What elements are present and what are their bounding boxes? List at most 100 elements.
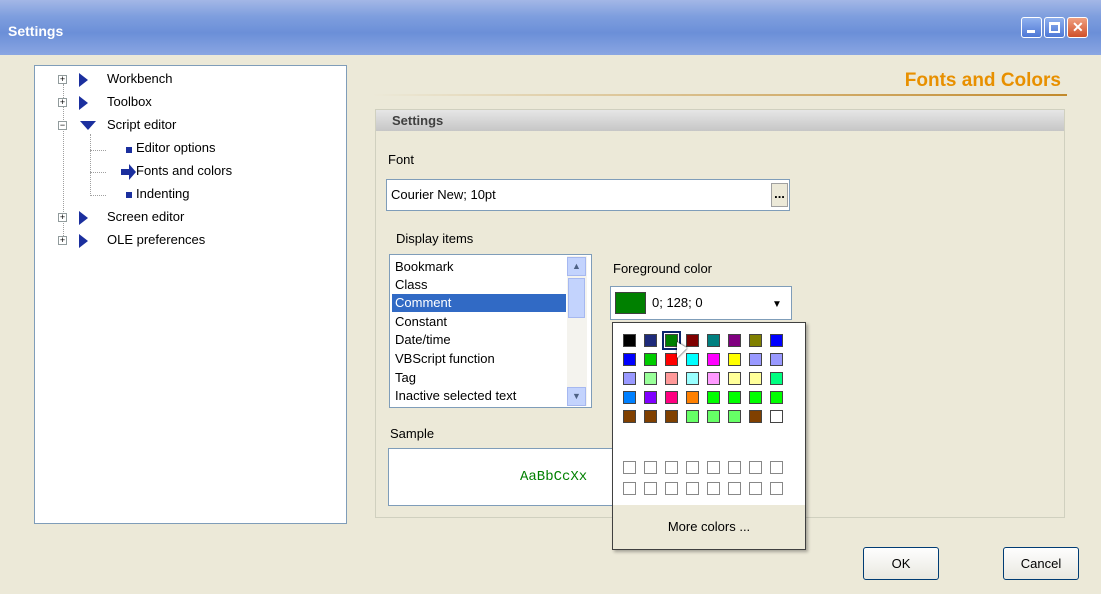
- custom-color-slot[interactable]: [770, 461, 783, 474]
- color-swatch[interactable]: [707, 410, 720, 423]
- color-swatch[interactable]: [644, 334, 657, 347]
- color-swatch[interactable]: [728, 353, 741, 366]
- chevron-down-icon[interactable]: ▼: [772, 299, 782, 310]
- custom-color-slot[interactable]: [728, 461, 741, 474]
- list-item[interactable]: Date/time: [392, 331, 566, 349]
- color-swatch[interactable]: [686, 372, 699, 385]
- expand-icon[interactable]: +: [58, 236, 67, 245]
- list-item[interactable]: VBScript function: [392, 350, 566, 368]
- collapse-icon[interactable]: −: [58, 121, 67, 130]
- tree-item-fonts-and-colors[interactable]: Fonts and colors: [136, 161, 232, 181]
- custom-color-slot[interactable]: [707, 482, 720, 495]
- color-swatch[interactable]: [644, 372, 657, 385]
- color-swatch[interactable]: [707, 391, 720, 404]
- expand-icon[interactable]: +: [58, 98, 67, 107]
- color-swatch[interactable]: [770, 391, 783, 404]
- color-swatch[interactable]: [665, 391, 678, 404]
- more-colors-button[interactable]: More colors ...: [613, 505, 805, 549]
- tree-item-screen-editor[interactable]: Screen editor: [107, 207, 184, 227]
- group-header: Settings: [376, 110, 1064, 131]
- custom-color-slot[interactable]: [749, 461, 762, 474]
- square-bullet-icon: [126, 192, 132, 198]
- tree-item-ole-preferences[interactable]: OLE preferences: [107, 230, 205, 250]
- tree-item-editor-options[interactable]: Editor options: [136, 138, 216, 158]
- custom-color-slot[interactable]: [686, 461, 699, 474]
- color-swatch[interactable]: [623, 410, 636, 423]
- color-swatch[interactable]: [749, 391, 762, 404]
- settings-tree[interactable]: [34, 65, 347, 524]
- title-bar[interactable]: Settings: [0, 0, 1101, 55]
- display-items-list[interactable]: Bookmark Class Comment Constant Date/tim…: [389, 254, 592, 408]
- sample-text: AaBbCcXx: [520, 469, 588, 485]
- custom-color-slot[interactable]: [665, 482, 678, 495]
- list-item[interactable]: Class: [392, 276, 566, 294]
- tree-item-script-editor[interactable]: Script editor: [107, 115, 176, 135]
- color-swatch[interactable]: [770, 372, 783, 385]
- scroll-down-icon[interactable]: ▼: [567, 387, 586, 406]
- color-swatch[interactable]: [770, 334, 783, 347]
- font-field[interactable]: Courier New; 10pt: [386, 179, 790, 211]
- custom-color-slot[interactable]: [623, 482, 636, 495]
- expand-icon[interactable]: +: [58, 213, 67, 222]
- custom-color-slot[interactable]: [749, 482, 762, 495]
- color-swatch[interactable]: [707, 353, 720, 366]
- color-swatch[interactable]: [728, 372, 741, 385]
- color-swatch[interactable]: [770, 353, 783, 366]
- scroll-up-icon[interactable]: ▲: [567, 257, 586, 276]
- custom-color-slot[interactable]: [644, 461, 657, 474]
- color-swatch[interactable]: [665, 410, 678, 423]
- close-button[interactable]: [1067, 17, 1088, 38]
- list-item-selected[interactable]: Comment: [392, 294, 566, 312]
- color-swatch[interactable]: [686, 334, 699, 347]
- color-swatch[interactable]: [623, 391, 636, 404]
- cancel-button[interactable]: Cancel: [1003, 547, 1079, 580]
- custom-color-slot[interactable]: [686, 482, 699, 495]
- color-swatch[interactable]: [749, 372, 762, 385]
- color-swatch[interactable]: [728, 391, 741, 404]
- tree-item-workbench[interactable]: Workbench: [107, 69, 173, 89]
- minimize-button[interactable]: [1021, 17, 1042, 38]
- expand-icon[interactable]: +: [58, 75, 67, 84]
- list-item[interactable]: Bookmark: [392, 258, 566, 276]
- color-swatch[interactable]: [749, 334, 762, 347]
- maximize-button[interactable]: [1044, 17, 1065, 38]
- square-bullet-icon: [126, 147, 132, 153]
- list-item[interactable]: Tag: [392, 369, 566, 387]
- color-swatch[interactable]: [644, 353, 657, 366]
- scroll-thumb[interactable]: [568, 278, 585, 318]
- ok-button[interactable]: OK: [863, 547, 939, 580]
- color-swatch[interactable]: [644, 410, 657, 423]
- color-swatch[interactable]: [686, 353, 699, 366]
- font-browse-button[interactable]: ...: [771, 183, 788, 207]
- color-swatch[interactable]: [665, 372, 678, 385]
- custom-color-slot[interactable]: [665, 461, 678, 474]
- color-swatch[interactable]: [770, 410, 783, 423]
- custom-color-slot[interactable]: [644, 482, 657, 495]
- panel-title: Fonts and Colors: [904, 70, 1061, 91]
- color-swatch[interactable]: [686, 391, 699, 404]
- custom-color-slot[interactable]: [770, 482, 783, 495]
- color-swatch[interactable]: [749, 353, 762, 366]
- foreground-color-swatch: [615, 292, 646, 314]
- sample-preview: [388, 448, 628, 506]
- tree-item-toolbox[interactable]: Toolbox: [107, 92, 152, 112]
- color-swatch[interactable]: [728, 334, 741, 347]
- color-swatch[interactable]: [623, 372, 636, 385]
- custom-color-slot[interactable]: [728, 482, 741, 495]
- tree-item-indenting[interactable]: Indenting: [136, 184, 190, 204]
- color-swatch[interactable]: [728, 410, 741, 423]
- custom-color-slot[interactable]: [623, 461, 636, 474]
- color-swatch[interactable]: [749, 410, 762, 423]
- color-swatch[interactable]: [623, 334, 636, 347]
- color-swatch[interactable]: [623, 353, 636, 366]
- list-item[interactable]: Inactive selected text: [392, 387, 566, 405]
- list-item[interactable]: Constant: [392, 313, 566, 331]
- tree-node-icon: [79, 73, 88, 87]
- custom-color-slot[interactable]: [707, 461, 720, 474]
- display-items-label: Display items: [396, 231, 474, 246]
- color-swatch[interactable]: [707, 372, 720, 385]
- arrow-bullet-icon: [121, 164, 136, 180]
- color-swatch[interactable]: [644, 391, 657, 404]
- color-swatch[interactable]: [707, 334, 720, 347]
- color-swatch[interactable]: [686, 410, 699, 423]
